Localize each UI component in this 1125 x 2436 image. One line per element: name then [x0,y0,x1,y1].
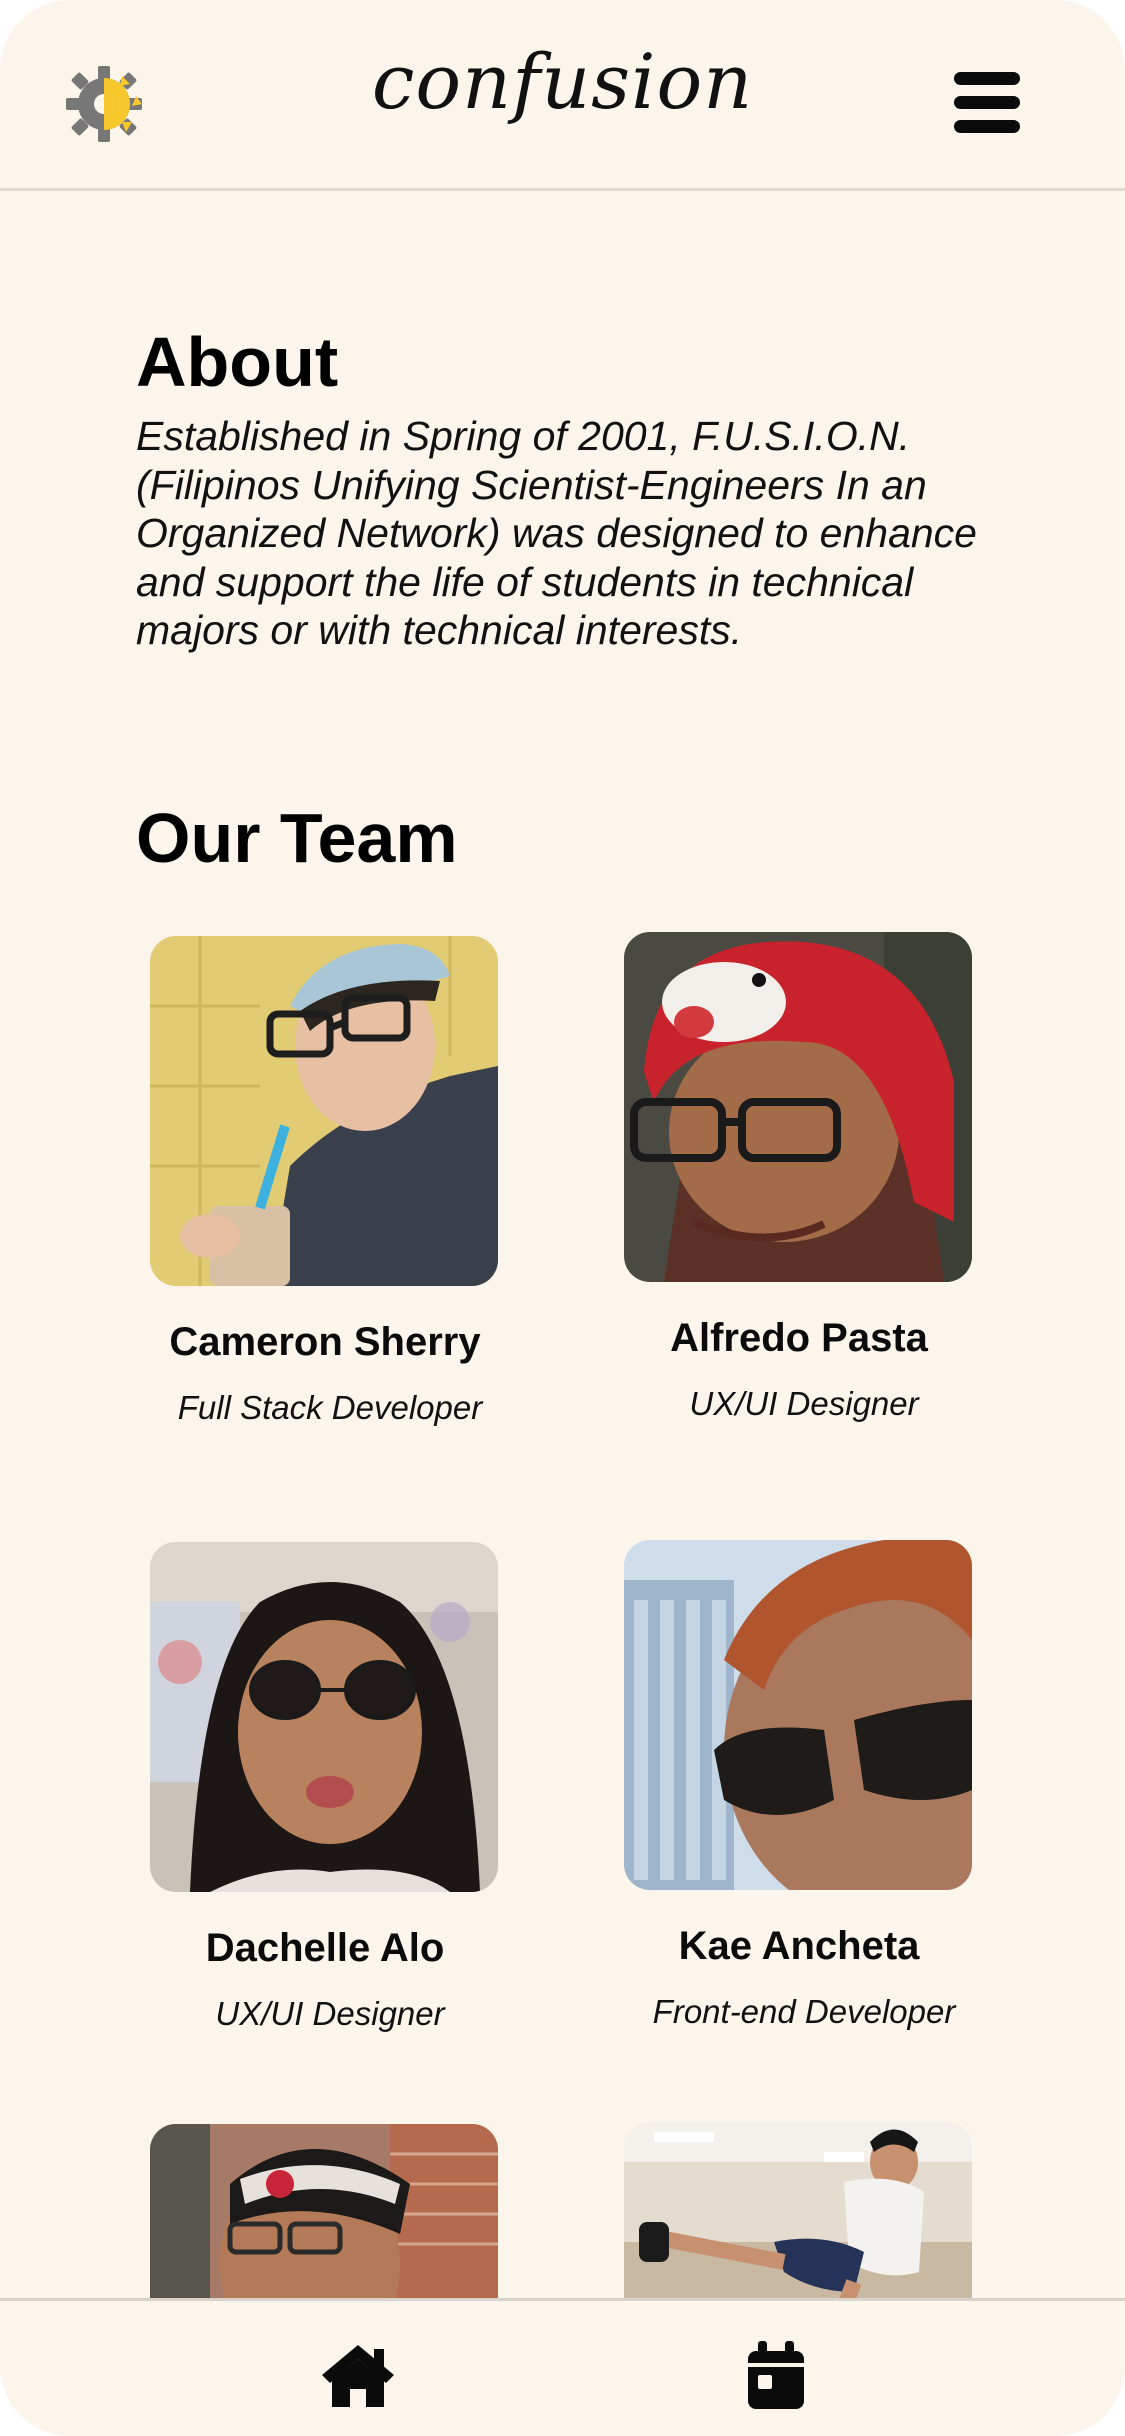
member-name: Alfredo Pasta [670,1316,928,1360]
menu-bar-bottom [954,120,1020,133]
app-screen: confusion About Established in Spring of… [0,0,1125,2436]
member-name: Cameron Sherry [169,1320,481,1364]
bottom-navigation [0,2298,1125,2436]
about-description: Established in Spring of 2001, F.U.S.I.O… [136,413,977,653]
calendar-icon[interactable] [736,2341,816,2411]
member-photo [624,1540,972,1890]
member-photo [150,1542,498,1892]
member-name: Kae Ancheta [678,1924,920,1968]
member-role: Front-end Developer [652,1993,956,2030]
member-photo [150,936,498,1286]
home-icon[interactable] [318,2341,398,2411]
member-role: Full Stack Developer [177,1389,483,1426]
about-title: About [136,323,339,401]
menu-bar-top [954,72,1020,85]
hamburger-menu-icon[interactable] [954,68,1022,136]
menu-bar-middle [954,96,1020,109]
team-title: Our Team [136,799,458,877]
member-role: UX/UI Designer [689,1385,919,1422]
top-bar: confusion [0,0,1125,191]
member-name: Dachelle Alo [205,1926,445,1970]
member-photo [624,932,972,1282]
member-role: UX/UI Designer [215,1995,445,2032]
